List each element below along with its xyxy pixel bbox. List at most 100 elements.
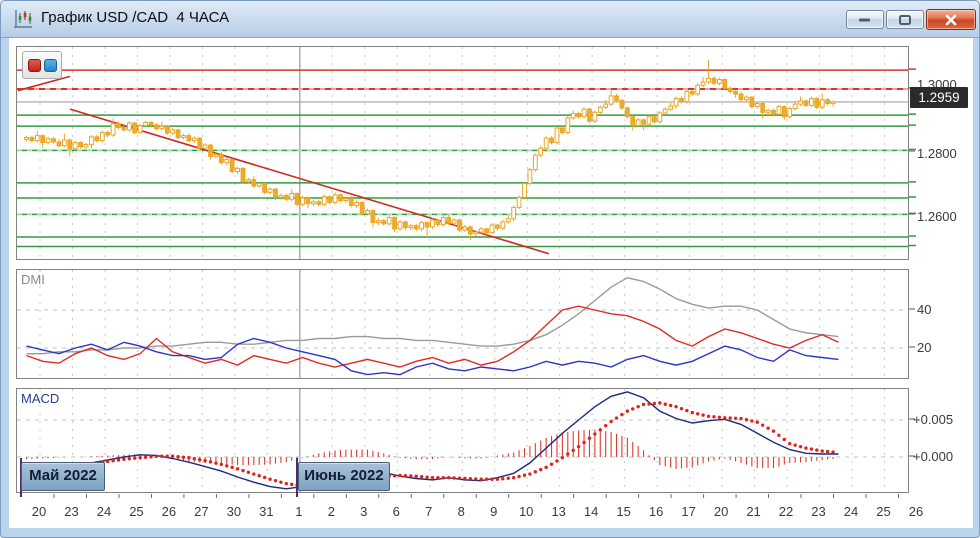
candle-body	[393, 218, 397, 229]
candle-body	[761, 103, 765, 112]
candle-body	[387, 218, 391, 224]
candle-body	[707, 78, 711, 82]
close-button[interactable]	[926, 9, 976, 30]
candle-body	[717, 80, 721, 84]
price-tick-1-2800: 1.2800	[917, 146, 957, 161]
maximize-button[interactable]	[886, 10, 924, 29]
candle-body	[328, 197, 332, 203]
month-label-may: Май 2022	[21, 462, 105, 491]
signal-dot	[144, 456, 147, 459]
candle-body	[447, 218, 451, 224]
candle-body	[322, 197, 326, 205]
candle-body	[809, 98, 813, 105]
candle-body	[609, 96, 613, 104]
candle-body	[474, 232, 478, 234]
candle-body	[165, 126, 169, 133]
signal-dot	[696, 412, 699, 415]
signal-dot	[593, 432, 596, 435]
candle-body	[636, 120, 640, 126]
candle-body	[25, 138, 29, 140]
candle-body	[30, 138, 34, 141]
signal-dot	[631, 407, 634, 410]
signal-dot	[582, 441, 585, 444]
candle-body	[241, 168, 245, 181]
candle-body	[788, 109, 792, 117]
candle-body	[598, 107, 602, 112]
signal-dot	[793, 443, 796, 446]
signal-dot	[664, 403, 667, 406]
candle-body	[533, 155, 537, 169]
macd-tick-005: +0.005	[913, 412, 953, 427]
macd-panel[interactable]	[16, 388, 909, 493]
signal-dot	[723, 416, 726, 419]
gridlines	[40, 389, 909, 492]
signal-dot	[788, 442, 791, 445]
x-axis-label: 20	[708, 504, 734, 519]
legend-blue-swatch[interactable]	[44, 59, 57, 72]
x-axis-label: 23	[806, 504, 832, 519]
price-panel[interactable]	[16, 46, 909, 260]
signal-dot	[609, 420, 612, 423]
signal-dot	[647, 402, 650, 405]
signal-dot	[615, 416, 618, 419]
candle-body	[117, 124, 121, 128]
signal-dot	[636, 405, 639, 408]
dmi-panel[interactable]	[16, 269, 909, 379]
signal-dot	[539, 468, 542, 471]
candle-body	[100, 132, 104, 140]
candle-body	[685, 92, 689, 102]
candle-body	[311, 202, 315, 204]
minimize-button[interactable]	[846, 10, 884, 29]
candle-body	[333, 195, 337, 203]
signal-dot	[712, 415, 715, 418]
candle-body	[653, 117, 657, 122]
candle-body	[485, 229, 489, 233]
signal-dot	[566, 452, 569, 455]
legend-red-swatch[interactable]	[28, 59, 41, 72]
signal-dot	[122, 458, 125, 461]
candle-body	[279, 195, 283, 197]
signal-dot	[214, 461, 217, 464]
signal-dot	[485, 478, 488, 481]
signal-dot	[490, 478, 493, 481]
candle-body	[777, 107, 781, 115]
candle-body	[57, 142, 61, 146]
candle-body	[615, 96, 619, 100]
candle-body	[647, 117, 651, 125]
candle-body	[252, 180, 256, 186]
candle-body	[198, 138, 202, 148]
signal-dot	[138, 456, 141, 459]
x-axis-label: 24	[91, 504, 117, 519]
signal-dot	[756, 421, 759, 424]
signal-dot	[469, 477, 472, 480]
candle-body	[176, 130, 180, 138]
signal-dot	[783, 438, 786, 441]
x-axis-label: 13	[546, 504, 572, 519]
x-axis-label: 21	[741, 504, 767, 519]
candle-body	[106, 132, 110, 135]
signal-dot	[534, 470, 537, 473]
candle-body	[755, 103, 759, 106]
candle-body	[436, 220, 440, 224]
window-titlebar[interactable]: График USD /CAD 4 ЧАСА	[1, 1, 979, 38]
signal-dot	[761, 423, 764, 426]
candle-body	[414, 226, 418, 229]
candle-body	[236, 168, 240, 171]
candle-body	[160, 126, 164, 129]
candle-body	[154, 125, 158, 129]
candle-body	[35, 136, 39, 141]
candle-body	[560, 128, 564, 132]
candle-body	[95, 137, 99, 141]
dmi-+di-line	[27, 306, 839, 367]
candle-body	[404, 222, 408, 228]
signal-dot	[572, 449, 575, 452]
candle-body	[68, 140, 72, 149]
candle-body	[658, 113, 662, 122]
candle-body	[46, 139, 50, 143]
signal-dot	[111, 459, 114, 462]
signal-dot	[626, 409, 629, 412]
signal-dot	[620, 413, 623, 416]
candle-body	[192, 138, 196, 141]
signal-dot	[252, 472, 255, 475]
signal-dot	[268, 478, 271, 481]
